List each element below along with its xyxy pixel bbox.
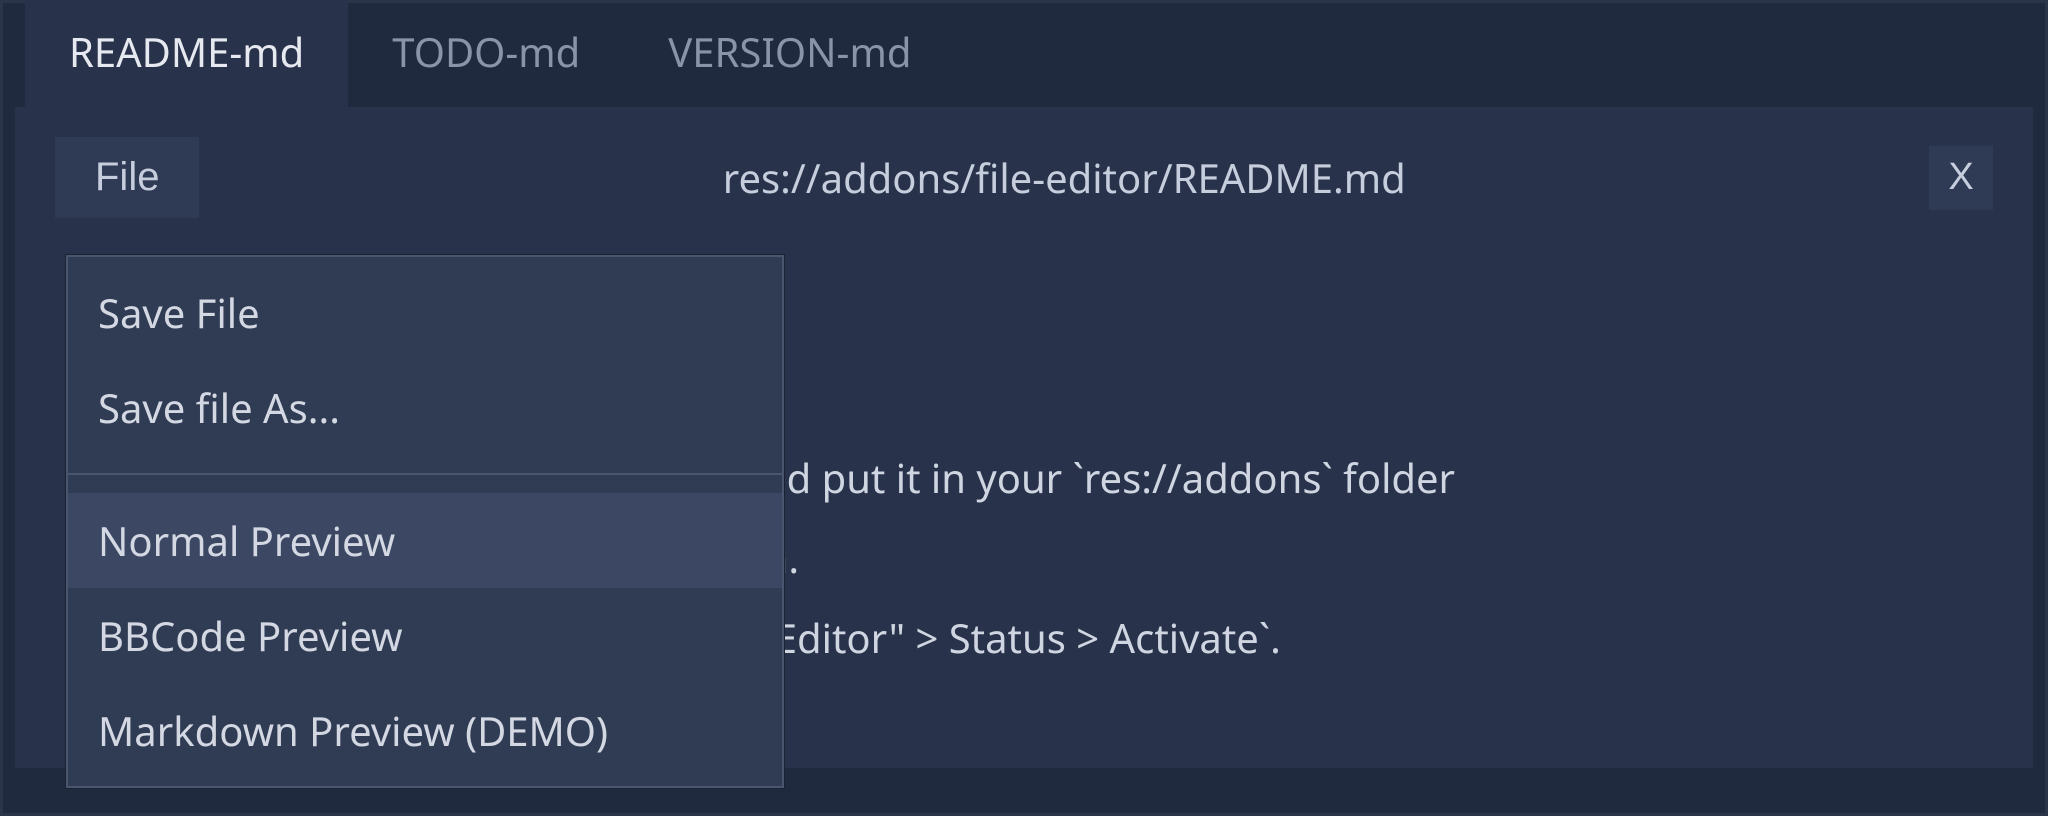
tab-todo[interactable]: TODO-md [348, 0, 624, 107]
menu-separator [68, 473, 782, 475]
tab-readme[interactable]: README-md [25, 0, 348, 107]
file-toolbar: File res://addons/file-editor/README.md … [15, 107, 2033, 248]
menu-item-markdown-preview[interactable]: Markdown Preview (DEMO) [68, 683, 782, 778]
menu-item-normal-preview[interactable]: Normal Preview [68, 493, 782, 588]
tab-strip: README-md TODO-md VERSION-md [15, 3, 2033, 107]
editor-window: README-md TODO-md VERSION-md File res://… [0, 0, 2048, 816]
file-menu-button[interactable]: File [55, 137, 199, 218]
close-tab-button[interactable]: X [1929, 146, 1993, 210]
tab-version[interactable]: VERSION-md [624, 0, 955, 107]
file-dropdown-menu: Save File Save file As... Normal Preview… [66, 255, 784, 788]
menu-item-save-file-as[interactable]: Save file As... [68, 360, 782, 455]
file-path-label: res://addons/file-editor/README.md [199, 150, 1929, 205]
menu-item-bbcode-preview[interactable]: BBCode Preview [68, 588, 782, 683]
menu-item-save-file[interactable]: Save File [68, 265, 782, 360]
